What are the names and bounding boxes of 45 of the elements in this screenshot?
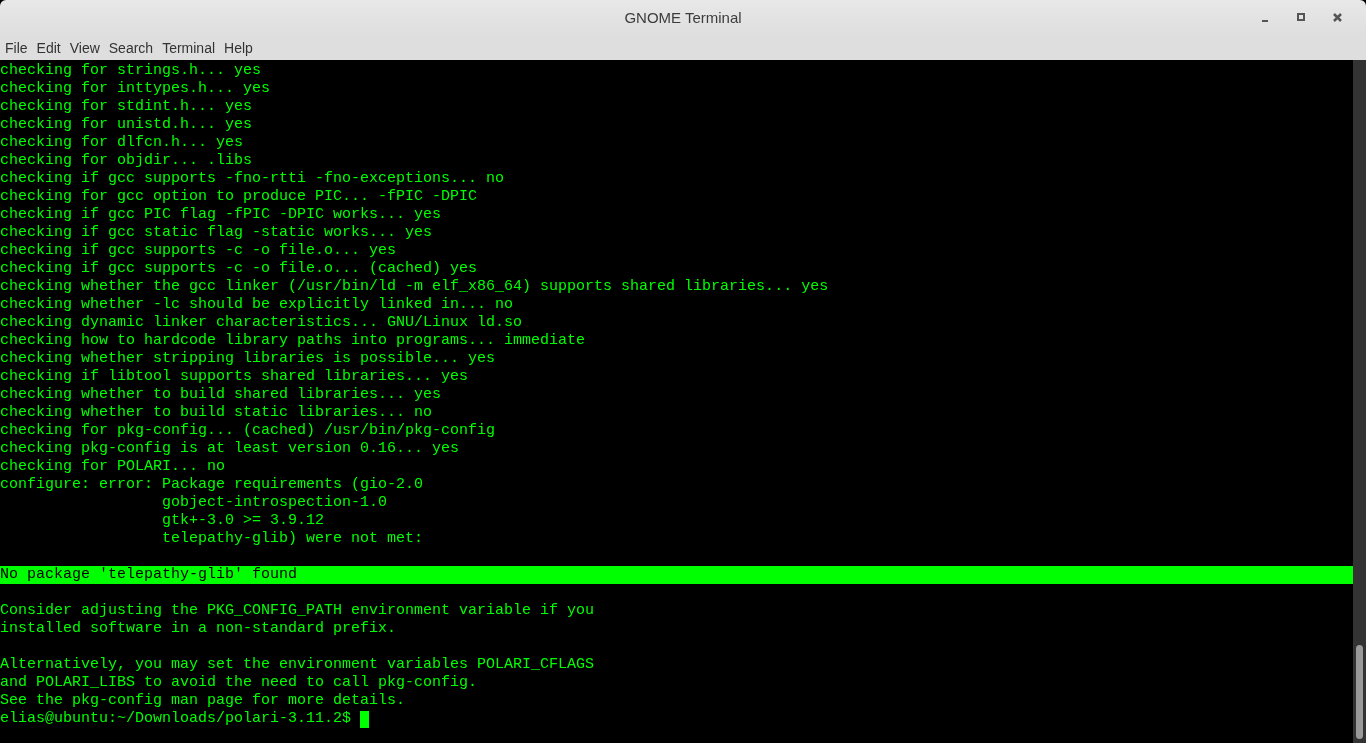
- output-line: checking whether to build static libraries... no: [0, 404, 433, 422]
- output-line: checking if gcc supports -c -o file.o... yes: [0, 242, 397, 260]
- output-line: checking if gcc supports -c -o file.o... (cached) yes: [0, 260, 478, 278]
- output-line: Consider adjusting the PKG_CONFIG_PATH environment variable if you: [0, 602, 595, 620]
- output-line: gobject-introspection-1.0: [161, 494, 388, 512]
- output-line: checking for pkg-config... (cached) /usr/bin/pkg-config: [0, 422, 496, 440]
- scrollbar[interactable]: [1353, 60, 1366, 743]
- menu-item[interactable]: Search: [108, 37, 154, 59]
- output-line: checking pkg-config is at least version 0.16... yes: [0, 440, 460, 458]
- output-line: checking for objdir... .libs: [0, 152, 253, 170]
- output-line: checking for inttypes.h... yes: [0, 80, 271, 98]
- output-line: configure: error: Package requirements (gio-2.0: [0, 476, 424, 494]
- output-line: checking if gcc static flag -static works... yes: [0, 224, 433, 242]
- output-line: checking whether -lc should be explicitly linked in... no: [0, 296, 514, 314]
- close-icon[interactable]: [1332, 12, 1344, 24]
- output-line: See the pkg-config man page for more details.: [0, 692, 406, 710]
- output-line: checking for strings.h... yes: [0, 62, 262, 80]
- output-line: checking whether the gcc linker (/usr/bin/ld -m elf_x86_64) supports shared libraries... yes: [0, 278, 829, 296]
- maximize-icon[interactable]: [1296, 12, 1308, 24]
- output-line: checking if gcc supports -fno-rtti -fno-exceptions... no: [0, 170, 505, 188]
- output-line: checking how to hardcode library paths into programs... immediate: [0, 332, 586, 350]
- output-line: checking if libtool supports shared libraries... yes: [0, 368, 469, 386]
- output-line: checking for POLARI... no: [0, 458, 226, 476]
- scrollbar-thumb[interactable]: [1356, 645, 1363, 739]
- menu-item[interactable]: View: [69, 37, 100, 59]
- output-line: checking for gcc option to produce PIC... -fPIC -DPIC: [0, 188, 478, 206]
- output-line: checking for stdint.h... yes: [0, 98, 253, 116]
- output-line: checking whether stripping libraries is possible... yes: [0, 350, 496, 368]
- menu-item[interactable]: Terminal: [162, 37, 216, 59]
- menu-item[interactable]: File: [5, 37, 28, 59]
- output-line: and POLARI_LIBS to avoid the need to call pkg-config.: [0, 674, 478, 692]
- menu-item[interactable]: Help: [224, 37, 253, 59]
- output-line: checking dynamic linker characteristics... GNU/Linux ld.so: [0, 314, 523, 332]
- text-cursor: [360, 710, 370, 728]
- output-line: checking for dlfcn.h... yes: [0, 134, 244, 152]
- output-line: telepathy-glib) were not met:: [161, 530, 424, 548]
- output-line: checking for unistd.h... yes: [0, 116, 253, 134]
- window-title: GNOME Terminal: [624, 7, 742, 28]
- menu-item[interactable]: Edit: [36, 37, 61, 59]
- output-line: installed software in a non-standard prefix.: [0, 620, 397, 638]
- output-line: gtk+-3.0 >= 3.9.12: [161, 512, 325, 530]
- output-line: checking whether to build shared libraries... yes: [0, 386, 442, 404]
- shell-prompt: elias@ubuntu:~/Downloads/polari-3.11.2$: [0, 710, 353, 728]
- output-line: checking if gcc PIC flag -fPIC -DPIC works... yes: [0, 206, 442, 224]
- output-line: Alternatively, you may set the environment variables POLARI_CFLAGS: [0, 656, 595, 674]
